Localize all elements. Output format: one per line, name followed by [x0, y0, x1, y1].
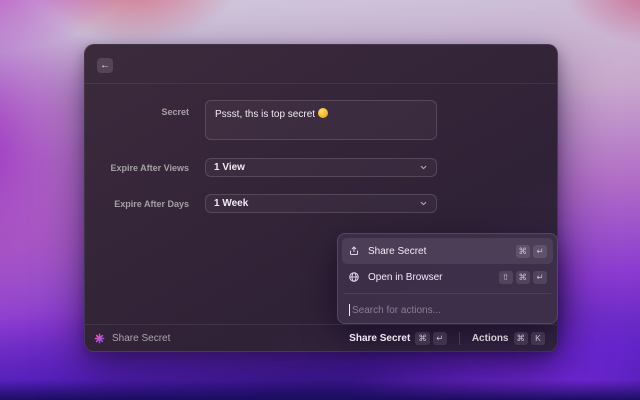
actions-menu-label: Actions [471, 332, 509, 344]
cmd-key: ⌘ [513, 331, 528, 345]
form-row-secret: Secret Pssst, ths is top secret🤫 [85, 100, 437, 140]
return-key: ↵ [533, 244, 547, 258]
titlebar: ← [85, 45, 557, 84]
cmd-key: ⌘ [515, 244, 530, 258]
globe-icon [348, 271, 360, 283]
expire-days-select[interactable]: 1 Week [205, 194, 437, 213]
form-row-days: Expire After Days 1 Week [85, 194, 437, 213]
actions-panel: Share Secret ⌘ ↵ Open in Browser ⇧ ⌘ ↵ [337, 233, 558, 324]
primary-action-shortcut: ⌘ ↵ [415, 331, 447, 345]
cmd-key: ⌘ [515, 270, 530, 284]
action-item-label: Open in Browser [368, 271, 443, 283]
app-window: ← Secret Pssst, ths is top secret🤫 Expir… [84, 44, 558, 352]
expire-views-value: 1 View [214, 162, 245, 173]
secret-textarea[interactable]: Pssst, ths is top secret🤫 [205, 100, 437, 140]
expire-views-label: Expire After Views [110, 162, 189, 173]
cmd-key: ⌘ [415, 331, 430, 345]
actions-menu-shortcut: ⌘ K [513, 331, 545, 345]
app-title: Share Secret [112, 332, 171, 344]
back-button[interactable]: ← [97, 58, 113, 73]
form-row-views: Expire After Views 1 View [85, 158, 437, 177]
action-item-share-secret[interactable]: Share Secret ⌘ ↵ [342, 238, 553, 264]
expire-days-value: 1 Week [214, 198, 249, 209]
extension-asterisk-icon [94, 333, 105, 344]
secret-text: Pssst, ths is top secret [215, 109, 316, 120]
chevron-down-icon [419, 199, 428, 208]
primary-action-button[interactable]: Share Secret ⌘ ↵ [346, 330, 450, 347]
expire-views-select[interactable]: 1 View [205, 158, 437, 177]
secret-label: Secret [161, 107, 189, 117]
action-item-label: Share Secret [368, 245, 427, 257]
search-input[interactable] [342, 297, 553, 323]
expire-days-label: Expire After Days [114, 198, 189, 209]
k-key: K [531, 331, 545, 345]
status-bar: Share Secret Share Secret ⌘ ↵ Actions ⌘ … [85, 324, 557, 351]
chevron-down-icon [419, 163, 428, 172]
statusbar-divider [458, 331, 460, 345]
action-shortcut: ⇧ ⌘ ↵ [498, 270, 547, 284]
return-key: ↵ [533, 270, 547, 284]
actions-menu-button[interactable]: Actions ⌘ K [469, 330, 548, 347]
share-upload-icon [348, 245, 360, 257]
shift-key: ⇧ [498, 270, 513, 284]
primary-action-label: Share Secret [349, 332, 411, 344]
text-caret [349, 304, 350, 316]
return-key: ↵ [432, 331, 447, 345]
action-item-open-in-browser[interactable]: Open in Browser ⇧ ⌘ ↵ [342, 264, 553, 290]
action-shortcut: ⌘ ↵ [515, 244, 547, 258]
search-row [342, 297, 553, 323]
shushing-emoji: 🤫 [318, 108, 329, 118]
popup-divider [344, 293, 551, 294]
